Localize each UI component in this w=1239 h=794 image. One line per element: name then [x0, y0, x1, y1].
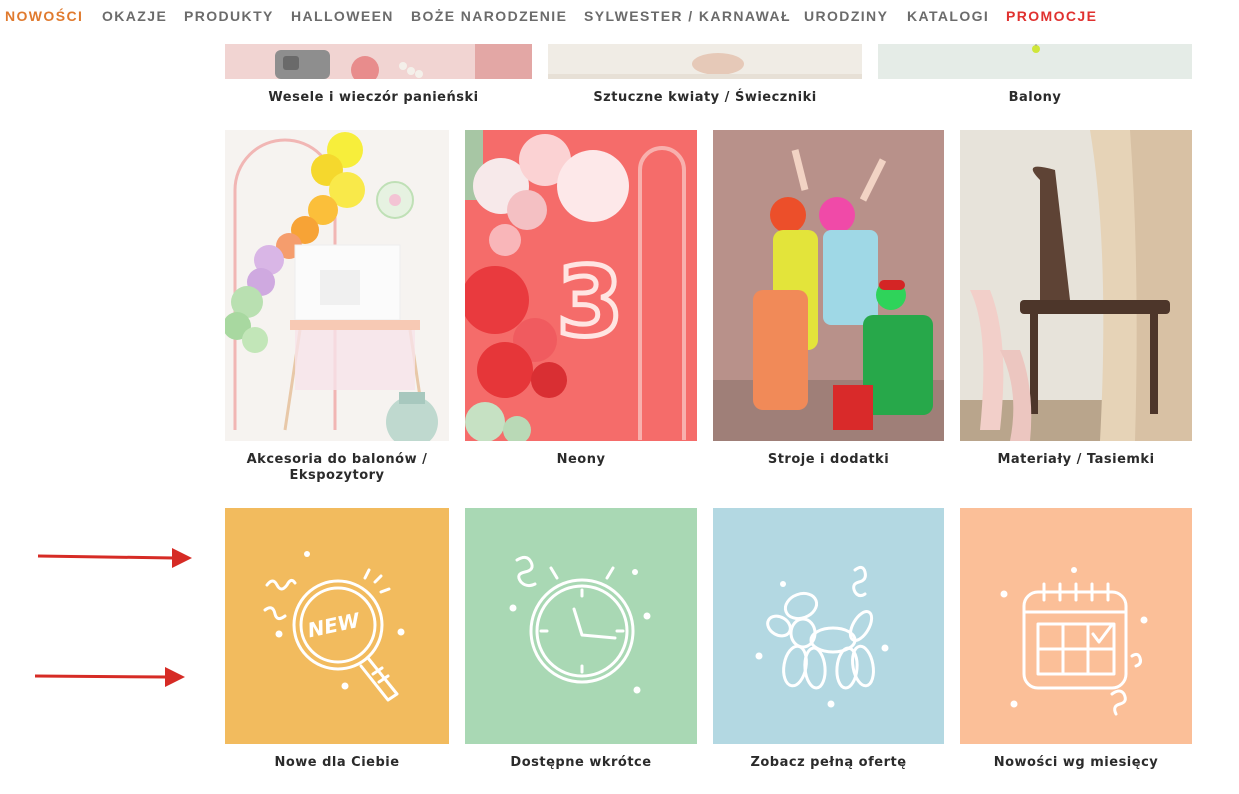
balloons-photo: [878, 44, 1192, 79]
neon-photo: 3: [465, 130, 697, 441]
category-tile-stroje-i-dodatki[interactable]: [713, 130, 944, 441]
category-tile-materialy-tasiemki[interactable]: [960, 130, 1192, 441]
clock-icon: [509, 555, 651, 694]
category-tile-balony[interactable]: [878, 44, 1192, 79]
nav-item-halloween[interactable]: HALLOWEEN: [291, 8, 394, 24]
nav-item-boze-narodzenie[interactable]: BOŻE NARODZENIE: [411, 8, 567, 24]
category-caption-neony[interactable]: Neony: [465, 452, 697, 468]
tile-nowe-dla-ciebie[interactable]: NEW: [225, 508, 449, 744]
category-caption-nowosci-wg-miesiecy[interactable]: Nowości wg miesięcy: [960, 755, 1192, 771]
new-badge-text: NEW: [305, 608, 362, 643]
calendar-icon: [1000, 567, 1148, 716]
red-arrow-annotation-bottom: [34, 667, 185, 687]
nav-item-katalogi[interactable]: KATALOGI: [907, 8, 989, 24]
nav-item-promocje[interactable]: PROMOCJE: [1006, 8, 1097, 24]
red-arrow-annotation-top: [37, 548, 192, 568]
magnifier-new-icon: NEW: [263, 551, 405, 702]
svg-text:3: 3: [557, 246, 624, 358]
flowers-photo: [548, 44, 862, 79]
category-caption-akcesoria[interactable]: Akcesoria do balonów / Ekspozytory: [225, 452, 449, 484]
category-tile-akcesoria-do-balonow[interactable]: [225, 130, 449, 441]
caption-line-2: Ekspozytory: [289, 468, 385, 483]
tile-zobacz-pelna-oferte[interactable]: [713, 508, 944, 744]
caption-line-1: Akcesoria do balonów /: [246, 452, 428, 467]
balloon-dog-icon: [755, 565, 889, 708]
nav-item-urodziny[interactable]: URODZINY: [804, 8, 888, 24]
nav-item-produkty[interactable]: PRODUKTY: [184, 8, 274, 24]
fabrics-photo: [960, 130, 1192, 441]
category-tile-sztuczne-kwiaty[interactable]: [548, 44, 862, 79]
category-tile-neony[interactable]: 3: [465, 130, 697, 441]
costumes-photo: [713, 130, 944, 441]
category-caption-sztuczne-kwiaty[interactable]: Sztuczne kwiaty / Świeczniki: [548, 90, 862, 106]
top-navigation: NOWOŚCI OKAZJE PRODUKTY HALLOWEEN BOŻE N…: [0, 0, 1239, 32]
category-caption-materialy[interactable]: Materiały / Tasiemki: [960, 452, 1192, 468]
category-caption-stroje[interactable]: Stroje i dodatki: [713, 452, 944, 468]
category-caption-nowe-dla-ciebie[interactable]: Nowe dla Ciebie: [225, 755, 449, 771]
nav-item-nowosci[interactable]: NOWOŚCI: [5, 8, 83, 24]
category-tile-wesele[interactable]: [225, 44, 532, 79]
category-caption-balony[interactable]: Balony: [878, 90, 1192, 106]
balloon-display-photo: [225, 130, 449, 441]
wedding-photo: [225, 44, 532, 79]
nav-item-sylwester-karnawal[interactable]: SYLWESTER / KARNAWAŁ: [584, 8, 791, 24]
tile-nowosci-wg-miesiecy[interactable]: [960, 508, 1192, 744]
category-caption-dostepne-wkrotce[interactable]: Dostępne wkrótce: [465, 755, 697, 771]
category-caption-wesele[interactable]: Wesele i wieczór panieński: [225, 90, 522, 106]
category-caption-zobacz-pelna-oferte[interactable]: Zobacz pełną ofertę: [713, 755, 944, 771]
nav-item-okazje[interactable]: OKAZJE: [102, 8, 167, 24]
tile-dostepne-wkrotce[interactable]: [465, 508, 697, 744]
